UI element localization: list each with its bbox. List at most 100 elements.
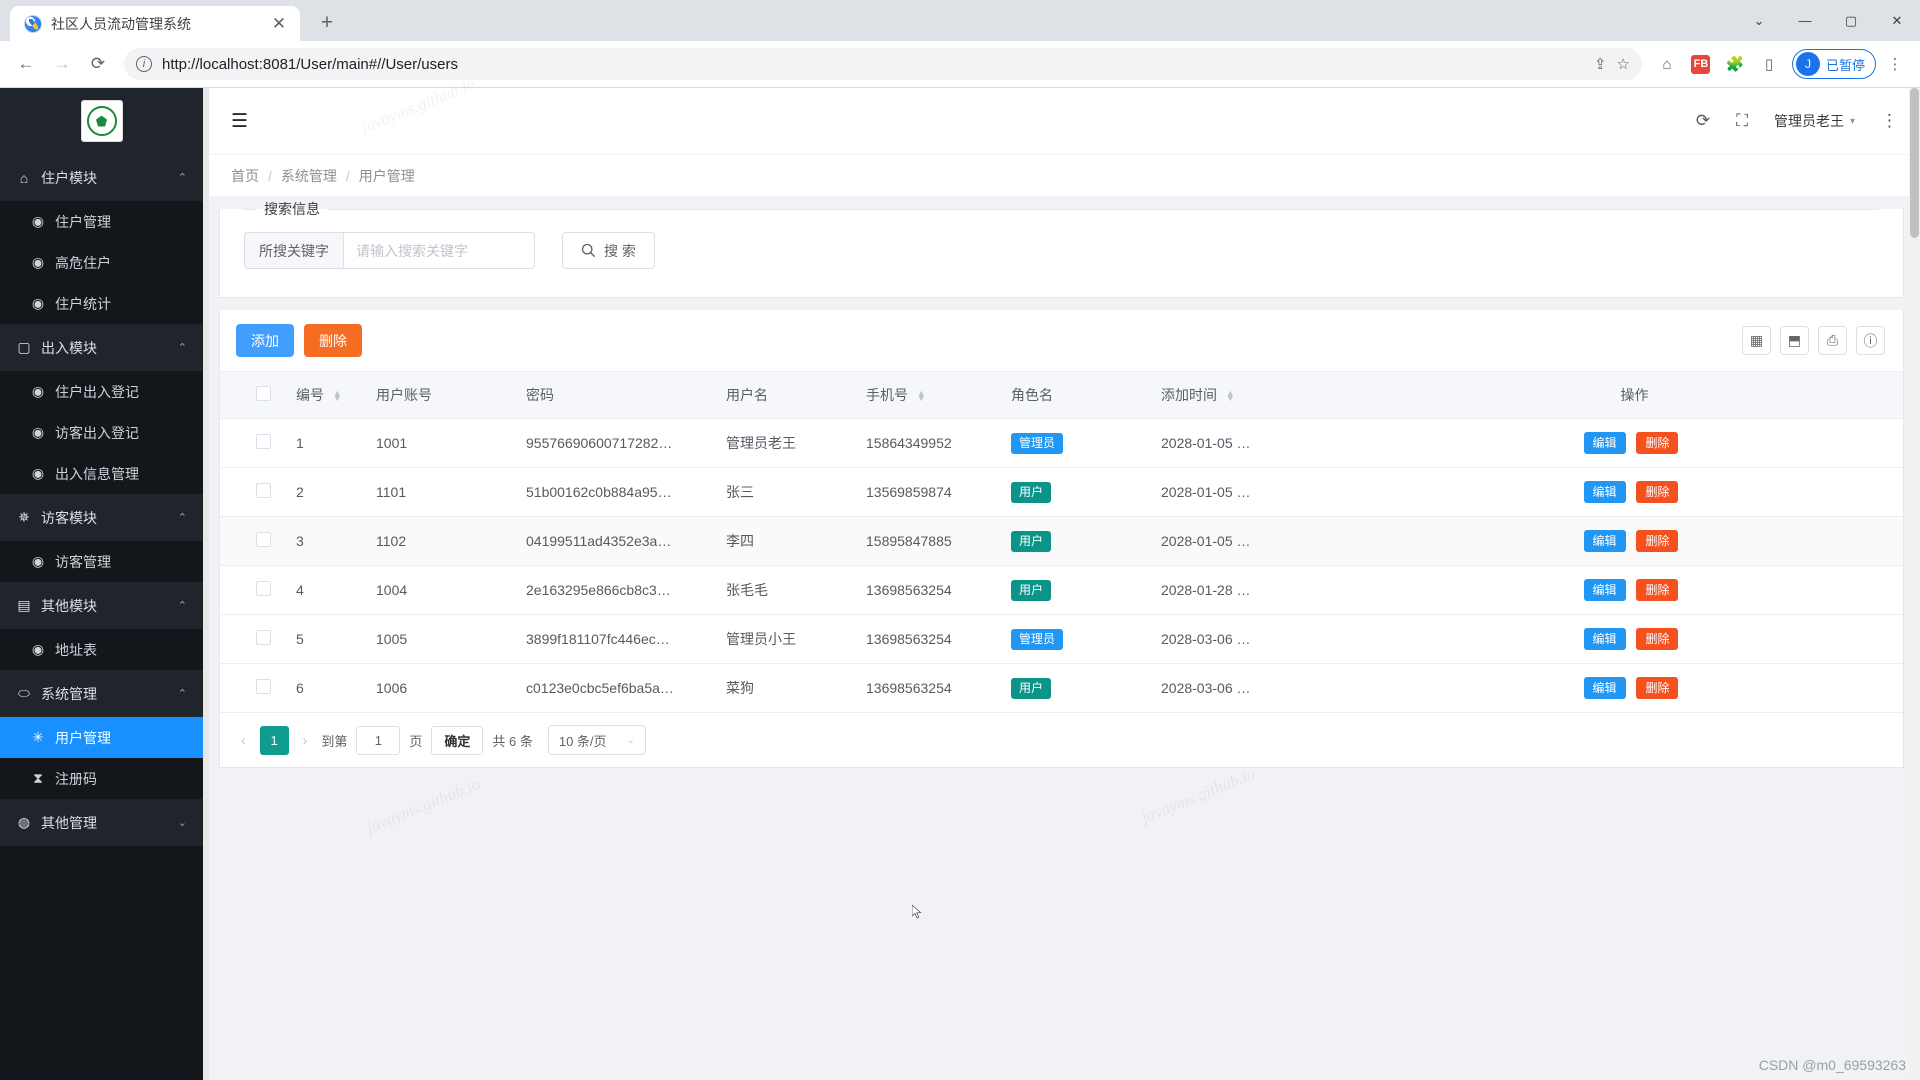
user-menu[interactable]: 管理员老王 ▾ [1774, 111, 1855, 131]
column-time[interactable]: 添加时间 ▲▼ [1161, 372, 1366, 419]
minimize-button[interactable]: — [1782, 0, 1828, 41]
breadcrumb-item-system[interactable]: 系统管理 [281, 166, 337, 186]
row-checkbox[interactable] [256, 532, 271, 547]
search-input[interactable]: 请输入搜索关键字 [343, 232, 535, 269]
sidebar-logo[interactable] [0, 88, 203, 154]
reload-icon[interactable]: ⟳ [82, 48, 114, 80]
page-size-select[interactable]: 10 条/页 ⌄ [548, 725, 646, 755]
add-button[interactable]: 添加 [236, 324, 294, 357]
row-checkbox[interactable] [256, 630, 271, 645]
edit-button[interactable]: 编辑 [1584, 628, 1626, 650]
sidebar-item-resident-access-log[interactable]: ◉ 住户出入登记 [0, 371, 203, 412]
row-checkbox[interactable] [256, 434, 271, 449]
print-icon[interactable]: ⎙ [1818, 326, 1847, 355]
edit-button[interactable]: 编辑 [1584, 677, 1626, 699]
close-icon[interactable]: ✕ [268, 13, 290, 35]
edit-button[interactable]: 编辑 [1584, 579, 1626, 601]
columns-icon[interactable]: ▦ [1742, 326, 1771, 355]
share-icon[interactable]: ⇪ [1594, 55, 1607, 73]
delete-row-button[interactable]: 删除 [1636, 432, 1678, 454]
cell-operations: 编辑 删除 [1366, 615, 1903, 664]
pagination: ‹ 1 › 到第 1 页 确定 共 6 条 10 条/页 ⌄ [220, 713, 1903, 767]
table-row[interactable]: 4 1004 2e163295e866cb8c3… 张毛毛 1369856325… [220, 566, 1903, 615]
row-checkbox[interactable] [256, 483, 271, 498]
close-window-button[interactable]: ✕ [1874, 0, 1920, 41]
info-icon[interactable]: ⓘ [1856, 326, 1885, 355]
edit-button[interactable]: 编辑 [1584, 530, 1626, 552]
refresh-icon[interactable]: ⟳ [1696, 111, 1710, 131]
chevron-down-icon: ▾ [1850, 116, 1855, 127]
page-number-1[interactable]: 1 [260, 726, 289, 755]
sidebar-item-resident-manage[interactable]: ◉ 住户管理 [0, 201, 203, 242]
table-row[interactable]: 3 1102 04199511ad4352e3a… 李四 15895847885… [220, 517, 1903, 566]
prev-page-button[interactable]: ‹ [236, 732, 251, 748]
sort-icon[interactable]: ▲▼ [1226, 391, 1235, 402]
sort-icon[interactable]: ▲▼ [333, 391, 342, 402]
sidebar-item-high-risk-resident[interactable]: ◉ 高危住户 [0, 242, 203, 283]
cell-operations: 编辑 删除 [1366, 664, 1903, 713]
new-tab-button[interactable]: + [312, 8, 342, 38]
table-row[interactable]: 2 1101 51b00162c0b884a95… 张三 13569859874… [220, 468, 1903, 517]
sidebar-item-visitor-module[interactable]: ✵ 访客模块 ⌃ [0, 494, 203, 541]
home-extension-icon[interactable]: ⌂ [1652, 49, 1682, 79]
site-info-icon[interactable]: i [136, 56, 152, 72]
chevron-down-icon[interactable]: ⌄ [1736, 0, 1782, 41]
table-row[interactable]: 1 1001 95576690600717282… 管理员老王 15864349… [220, 419, 1903, 468]
address-bar[interactable]: i http://localhost:8081/User/main#//User… [124, 48, 1642, 80]
collapse-sidebar-icon[interactable]: ☰ [231, 110, 248, 133]
goto-page-input[interactable]: 1 [356, 726, 400, 755]
sidebar-item-resident-stats[interactable]: ◉ 住户统计 [0, 283, 203, 324]
next-page-button[interactable]: › [298, 732, 313, 748]
row-checkbox[interactable] [256, 581, 271, 596]
fullscreen-icon[interactable]: ⛶ [1736, 111, 1748, 131]
delete-row-button[interactable]: 删除 [1636, 530, 1678, 552]
sidebar-item-other-module[interactable]: ▤ 其他模块 ⌃ [0, 582, 203, 629]
edit-button[interactable]: 编辑 [1584, 432, 1626, 454]
delete-row-button[interactable]: 删除 [1636, 481, 1678, 503]
edit-button[interactable]: 编辑 [1584, 481, 1626, 503]
sidebar-item-user-manage[interactable]: ✳ 用户管理 [0, 717, 203, 758]
select-all-checkbox[interactable] [256, 386, 271, 401]
sidebar-item-address-table[interactable]: ◉ 地址表 [0, 629, 203, 670]
delete-row-button[interactable]: 删除 [1636, 628, 1678, 650]
sidebar-item-resident-module[interactable]: ⌂ 住户模块 ⌃ [0, 154, 203, 201]
sidebar-item-visitor-manage[interactable]: ◉ 访客管理 [0, 541, 203, 582]
breadcrumb-item-home[interactable]: 首页 [231, 166, 259, 186]
feedback-extension-icon[interactable]: FB [1686, 49, 1716, 79]
back-icon[interactable]: ← [10, 48, 42, 80]
sidebar-item-register-code[interactable]: ⧗ 注册码 [0, 758, 203, 799]
sidebar-item-system-manage[interactable]: ⬭ 系统管理 ⌃ [0, 670, 203, 717]
sidebar-item-access-module[interactable]: ▢ 出入模块 ⌃ [0, 324, 203, 371]
scrollbar-thumb[interactable] [1910, 88, 1919, 238]
delete-button[interactable]: 删除 [304, 324, 362, 357]
sidebar-item-access-info-manage[interactable]: ◉ 出入信息管理 [0, 453, 203, 494]
confirm-button[interactable]: 确定 [431, 726, 483, 755]
maximize-button[interactable]: ▢ [1828, 0, 1874, 41]
status-badge: 管理员 [1011, 433, 1063, 454]
row-checkbox[interactable] [256, 679, 271, 694]
profile-button[interactable]: J 已暂停 [1792, 49, 1876, 79]
delete-row-button[interactable]: 删除 [1636, 677, 1678, 699]
sidebar-item-other-manage[interactable]: ◍ 其他管理 ⌄ [0, 799, 203, 846]
browser-tab[interactable]: 社区人员流动管理系统 ✕ [10, 6, 300, 41]
vertical-scrollbar[interactable] [1909, 88, 1920, 1080]
avatar: J [1796, 52, 1820, 76]
bookmark-icon[interactable]: ☆ [1617, 55, 1630, 73]
sort-icon[interactable]: ▲▼ [917, 391, 926, 402]
export-icon[interactable]: ⬒ [1780, 326, 1809, 355]
forward-icon[interactable]: → [46, 48, 78, 80]
extensions-icon[interactable]: 🧩 [1720, 49, 1750, 79]
delete-row-button[interactable]: 删除 [1636, 579, 1678, 601]
side-panel-icon[interactable]: ▯ [1754, 49, 1784, 79]
column-phone[interactable]: 手机号 ▲▼ [866, 372, 1011, 419]
column-id[interactable]: 编号 ▲▼ [296, 372, 376, 419]
sidebar-item-visitor-access-log[interactable]: ◉ 访客出入登记 [0, 412, 203, 453]
more-options-icon[interactable]: ⋮ [1881, 111, 1898, 131]
browser-menu-icon[interactable]: ⋮ [1880, 49, 1910, 79]
table-row[interactable]: 5 1005 3899f181107fc446ec… 管理员小王 1369856… [220, 615, 1903, 664]
cell-password: 95576690600717282… [526, 419, 726, 468]
sidebar-item-label: 访客模块 [41, 508, 97, 528]
search-button[interactable]: 搜 索 [562, 232, 655, 269]
table-row[interactable]: 6 1006 c0123e0cbc5ef6ba5a… 菜狗 1369856325… [220, 664, 1903, 713]
sidebar-item-label: 访客管理 [55, 552, 111, 572]
